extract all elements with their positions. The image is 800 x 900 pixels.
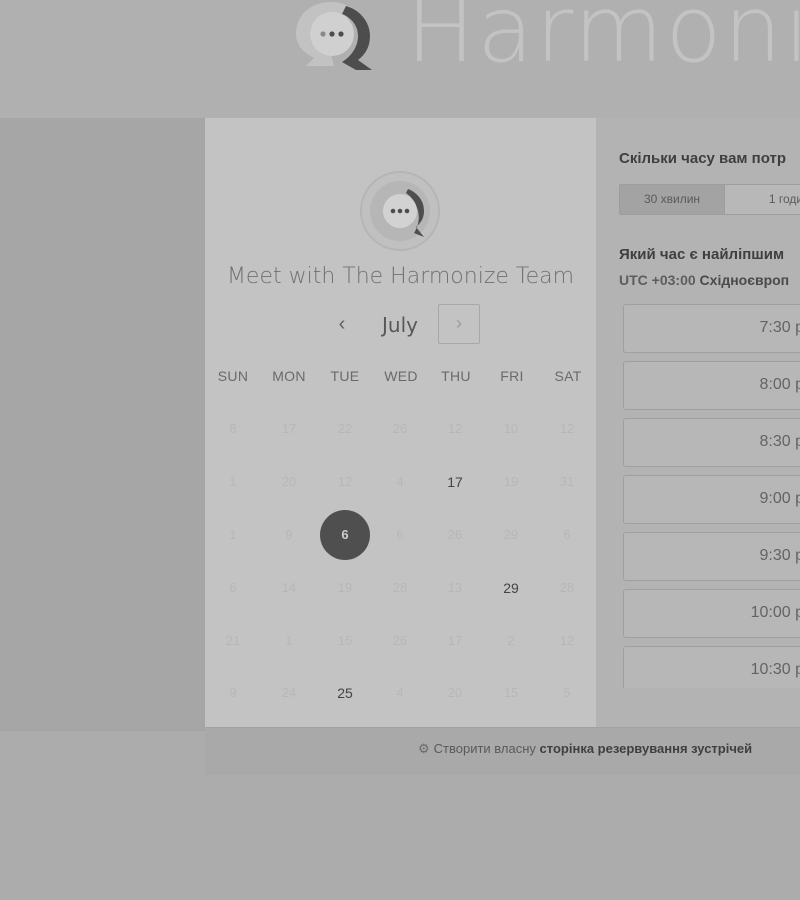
time-slot-button[interactable]: 8:00 p [623,361,800,410]
date-cell: 20 [281,474,297,489]
calendar-panel: Meet with The Harmonize Team ‹ July › SU… [205,118,596,727]
date-cell: 1 [285,633,293,648]
date-cell: 26 [392,421,408,436]
date-cell: 5 [563,685,571,700]
date-cell[interactable]: 17 [430,457,480,507]
date-cell: 17 [281,421,297,436]
prev-month-button[interactable]: ‹ [327,310,357,340]
weekday-label: SAT [554,368,582,384]
date-cell: 17 [447,633,463,648]
date-cell: 13 [447,580,463,595]
duration-question: Скільки часу вам потр [619,150,787,167]
date-cell: 20 [447,685,463,700]
weekday-label: WED [384,368,418,384]
date-cell: 14 [281,580,297,595]
date-cell: 31 [559,474,575,489]
duration-option-1-hour[interactable]: 1 годи [726,185,800,214]
weekday-header: SUN MON TUE WED THU FRI SAT [205,368,596,388]
date-cell: 6 [229,580,237,595]
time-slot-button[interactable]: 10:00 p [623,589,800,638]
duration-option-30-min[interactable]: 30 хвилин [620,185,725,214]
date-cell: 9 [285,527,293,542]
date-cell: 1 [229,474,237,489]
date-grid: 8 17 22 26 12 10 12 1 20 12 4 17 19 31 1 9 6 6 26 29 6 6 14 19 2… [205,404,596,724]
time-slot-button[interactable]: 9:30 p [623,532,800,581]
footer-prefix: Створити власну [433,741,536,756]
footer-link-bold: сторінка резервування зустрічей [539,741,753,756]
date-cell: 6 [396,527,404,542]
next-month-button[interactable]: › [438,304,480,344]
timezone-offset: UTC +03:00 [619,272,696,288]
date-cell: 12 [337,474,353,489]
date-cell: 29 [503,527,519,542]
create-booking-page-link[interactable]: ⚙ Створити власну сторінка резервування з… [418,741,752,757]
date-cell: 12 [559,633,575,648]
sprocket-icon: ⚙ [418,741,430,756]
date-cell: 6 [563,527,571,542]
chat-bubble-logo-icon [296,2,372,70]
date-cell: 26 [392,633,408,648]
month-navigation: ‹ July › [205,304,596,346]
date-cell: 24 [281,685,297,700]
booking-page: Harmoni Meet with The Harmonize Team ‹ J… [0,0,800,900]
brand-name: Harmoni [406,0,800,83]
weekday-label: THU [441,368,471,384]
meetings-widget: Meet with The Harmonize Team ‹ July › SU… [205,118,800,775]
time-slot-list: 7:30 p 8:00 p 8:30 p 9:00 p 9:30 p 10:00 p 10:… [623,304,800,688]
footer-bar: ⚙ Створити власну сторінка резервування з… [205,727,800,775]
date-cell: 19 [337,580,353,595]
date-cell: 12 [559,421,575,436]
date-cell: 1 [229,527,237,542]
avatar [360,171,440,251]
date-cell: 21 [225,633,241,648]
time-slot-button[interactable]: 9:00 p [623,475,800,524]
left-background-footer [0,730,205,775]
time-selection-panel: Скільки часу вам потр 30 хвилин 1 годи Я… [596,118,800,727]
timezone-selector[interactable]: UTC +03:00 Східноєвроп [619,272,789,288]
chat-bubble-avatar-icon [383,189,424,237]
date-cell: 19 [503,474,519,489]
date-cell: 28 [392,580,408,595]
header-band: Harmoni [0,0,800,118]
meeting-title: Meet with The Harmonize Team [226,264,575,289]
date-cell: 28 [559,580,575,595]
weekday-label: TUE [330,368,360,384]
duration-selector: 30 хвилин 1 годи [619,184,800,215]
date-cell: 22 [337,421,353,436]
date-cell: 4 [396,685,404,700]
left-background-strip [0,118,205,730]
date-cell: 15 [337,633,353,648]
date-cell: 9 [229,685,237,700]
date-cell: 8 [229,421,237,436]
time-question: Який час є найліпшим [619,246,785,263]
date-cell: 15 [503,685,519,700]
date-cell: 26 [447,527,463,542]
date-cell: 4 [396,474,404,489]
weekday-label: MON [272,368,306,384]
selected-date[interactable]: 6 [320,510,370,560]
time-slot-button[interactable]: 7:30 p [623,304,800,353]
timezone-name: Східноєвроп [699,272,790,288]
time-slot-button[interactable]: 8:30 p [623,418,800,467]
time-slot-button[interactable]: 10:30 p [623,646,800,688]
date-cell: 2 [507,633,515,648]
date-cell[interactable]: 29 [486,563,536,613]
date-cell[interactable]: 25 [320,668,370,718]
weekday-label: FRI [500,368,524,384]
date-cell: 12 [447,421,463,436]
date-cell: 10 [503,421,519,436]
month-label: July [382,313,418,337]
weekday-label: SUN [217,368,249,384]
avatar-logo [370,181,430,241]
